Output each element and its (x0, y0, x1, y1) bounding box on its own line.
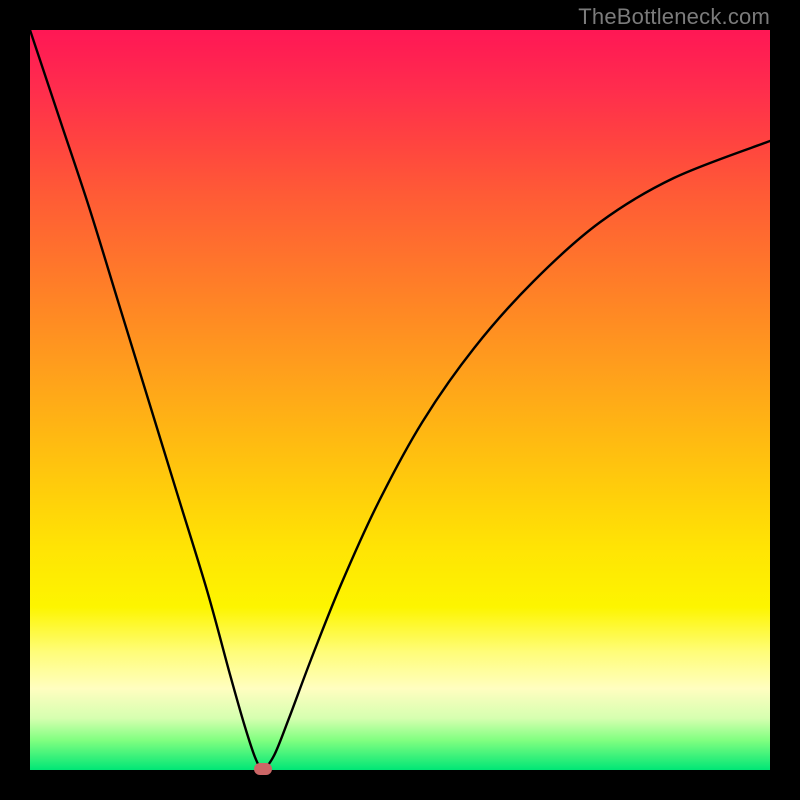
plot-area (30, 30, 770, 770)
curve-svg (30, 30, 770, 770)
watermark-text: TheBottleneck.com (578, 4, 770, 30)
chart-frame: TheBottleneck.com (0, 0, 800, 800)
bottleneck-curve (30, 30, 770, 769)
optimal-point-marker (254, 763, 272, 775)
